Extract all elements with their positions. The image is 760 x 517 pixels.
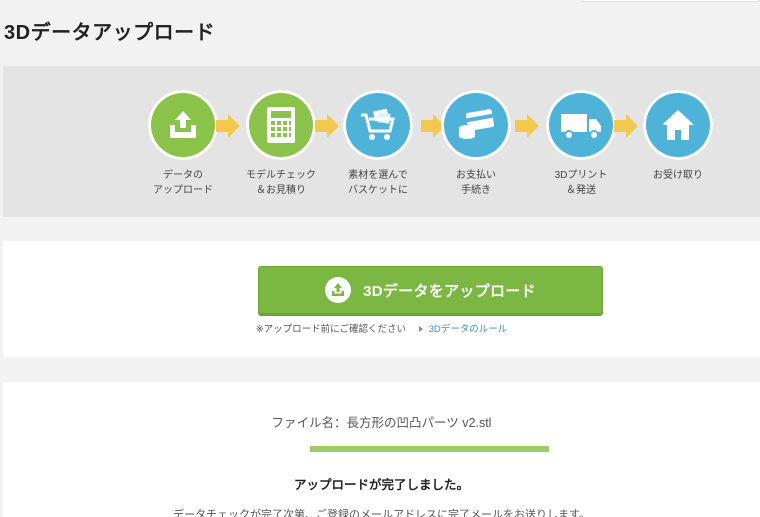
delivery-truck-icon bbox=[546, 90, 616, 160]
step-upload: データの アップロード bbox=[128, 90, 238, 198]
step-label: お支払い 手続き bbox=[456, 170, 496, 196]
upload-icon bbox=[325, 277, 352, 303]
notice-text: ※アップロード前にご確認ください bbox=[255, 324, 406, 335]
caret-right-icon bbox=[418, 326, 423, 333]
completion-email-note: データチェックが完了次第、ご登録のメールアドレスに完了メールをお送りします。 bbox=[173, 509, 590, 517]
upload-result-panel: ファイル名：長方形の凹凸パーツ v2.stl アップロードが完了しました。 デー… bbox=[3, 382, 760, 517]
uploaded-filename: ファイル名：長方形の凹凸パーツ v2.stl bbox=[271, 416, 492, 430]
home-icon bbox=[643, 90, 713, 160]
upload-progress-bar bbox=[310, 446, 549, 452]
upload-button-label: 3Dデータをアップロード bbox=[363, 282, 536, 300]
step-receive: お受け取り bbox=[623, 90, 733, 183]
shopping-cart-icon bbox=[343, 90, 413, 160]
data-rules-link[interactable]: 3Dデータのルール bbox=[418, 324, 508, 335]
step-label: データの アップロード bbox=[153, 170, 213, 196]
page-title: 3Dデータアップロード bbox=[4, 22, 216, 44]
step-label: お受け取り bbox=[653, 170, 703, 181]
step-label: モデルチェック ＆お見積り bbox=[246, 170, 316, 196]
step-payment: お支払い 手続き bbox=[421, 90, 531, 198]
header-search-box-edge bbox=[582, 0, 760, 2]
upload-complete-message: アップロードが完了しました。 bbox=[293, 478, 469, 492]
step-estimate: モデルチェック ＆お見積り bbox=[226, 90, 336, 198]
upload-notice: ※アップロード前にご確認ください 3Dデータのルール bbox=[3, 321, 760, 335]
step-basket: 素材を選んで バスケットに bbox=[323, 90, 433, 198]
step-label: 3Dプリント ＆発送 bbox=[554, 170, 608, 196]
data-rules-link-label: 3Dデータのルール bbox=[428, 324, 508, 335]
step-label: 素材を選んで バスケットに bbox=[348, 170, 408, 196]
payment-card-icon bbox=[441, 90, 511, 160]
upload-progress-fill bbox=[310, 446, 549, 452]
steps-panel: データの アップロード モデルチェック ＆お見積り 素材を選んで バスケットに … bbox=[3, 66, 760, 217]
calculator-icon bbox=[246, 90, 316, 160]
upload-panel: 3Dデータをアップロード ※アップロード前にご確認ください 3Dデータのルール bbox=[3, 241, 760, 357]
upload-3d-data-button[interactable]: 3Dデータをアップロード bbox=[258, 266, 603, 314]
step-print-ship: 3Dプリント ＆発送 bbox=[526, 90, 636, 198]
upload-tray-icon bbox=[148, 90, 218, 160]
